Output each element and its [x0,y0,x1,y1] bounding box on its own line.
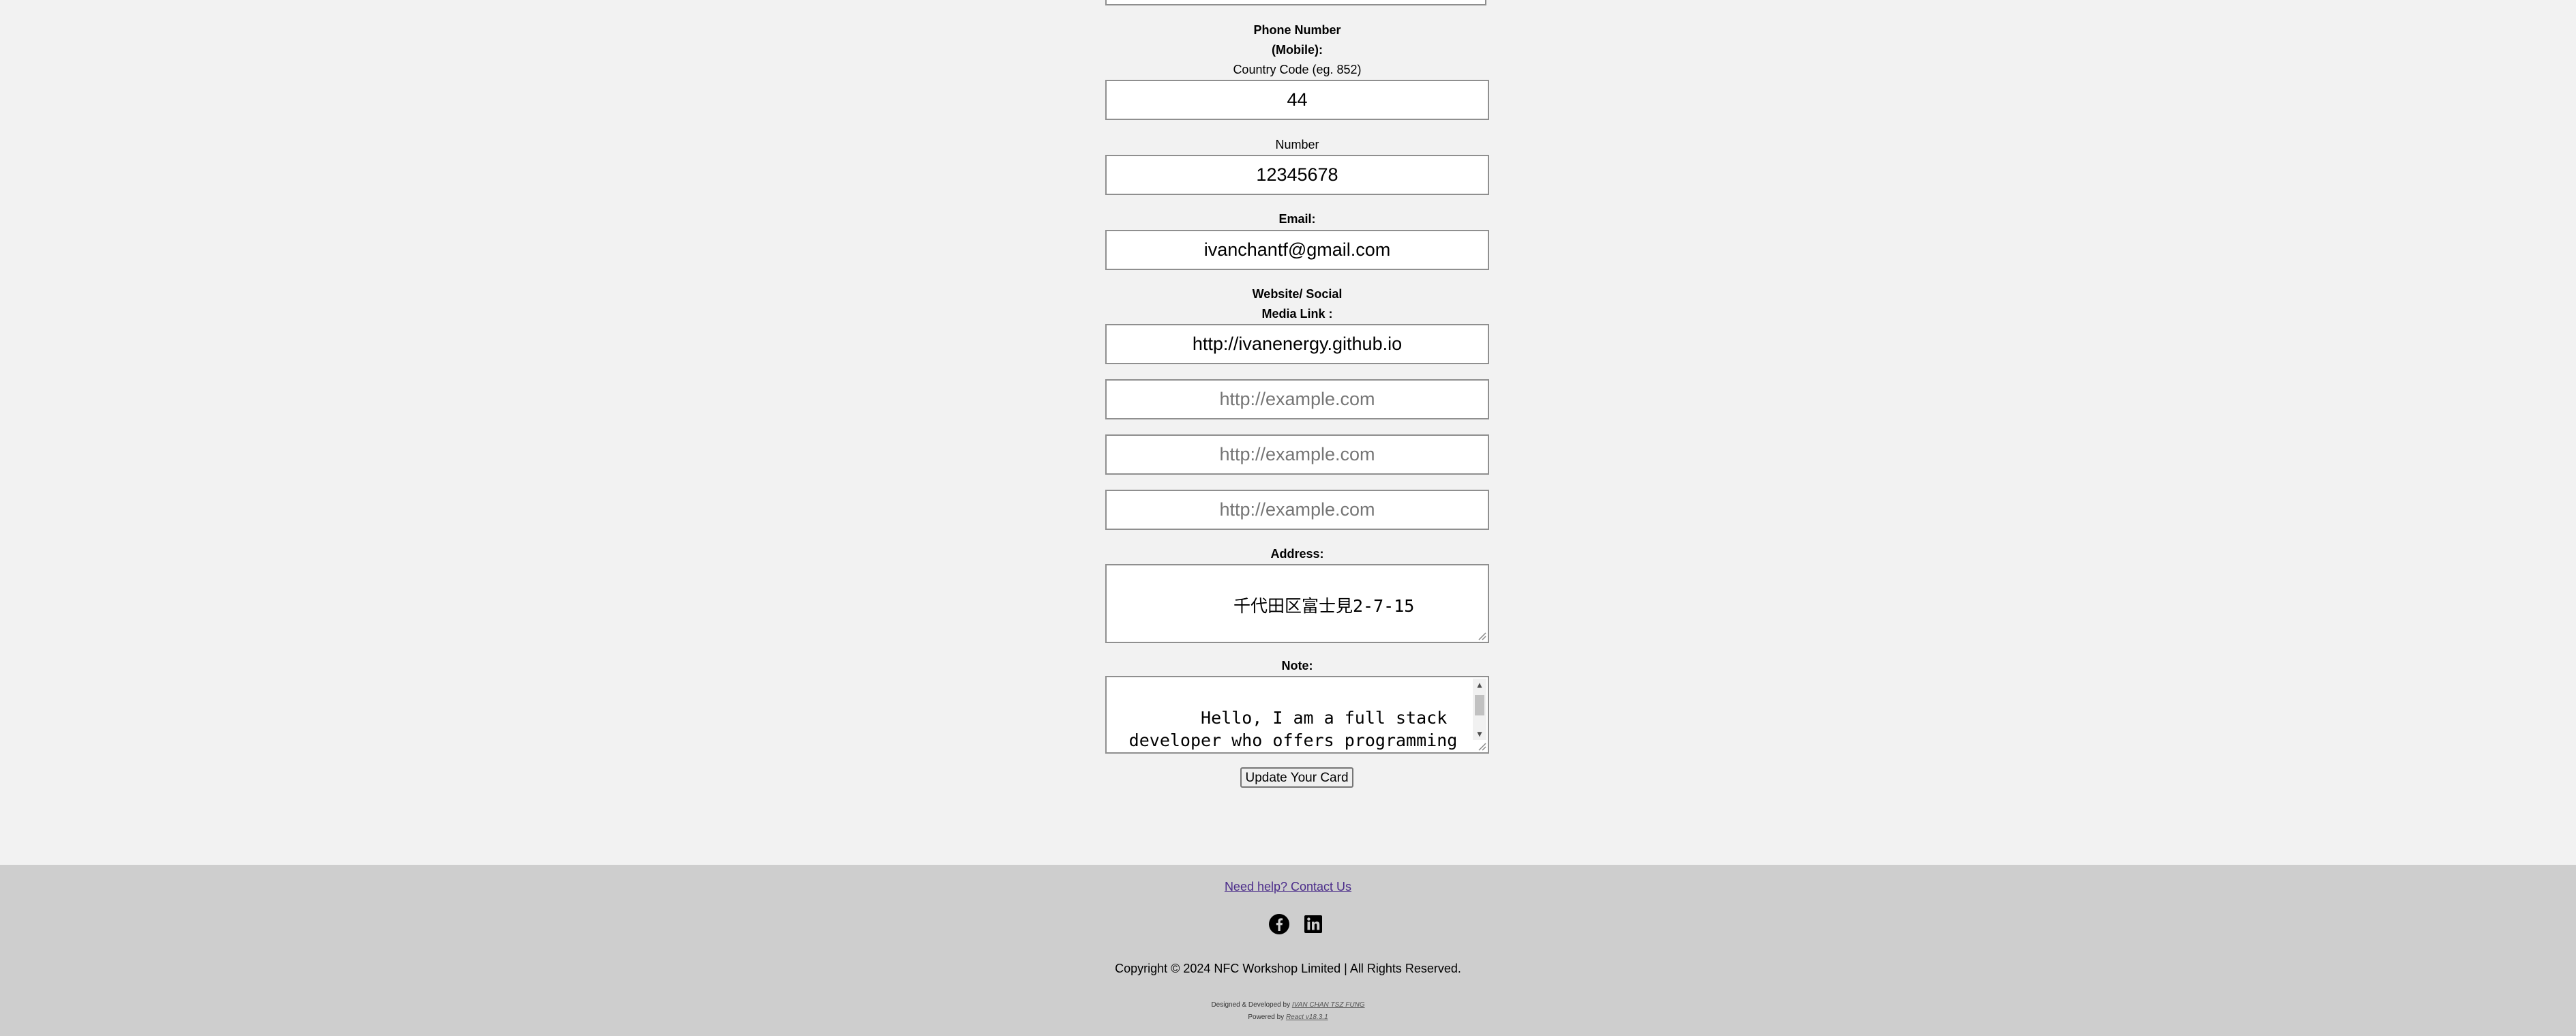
number-label: Number [1275,138,1319,151]
website-link-input-2[interactable] [1105,379,1489,419]
help-link-container: Need help? Contact Us [0,878,2576,896]
contact-us-link[interactable]: Need help? Contact Us [1225,880,1351,893]
copyright-text: Copyright © 2024 NFC Workshop Limited | … [1115,962,1461,975]
address-label: Address: [1270,547,1324,561]
powered-prefix: Powered by [1248,1013,1285,1021]
website-link-input-3[interactable] [1105,434,1489,475]
note-text: Hello, I am a full stack developer who o… [1128,708,1458,750]
phone-label-line1: Phone Number [1253,23,1341,37]
designed-prefix: Designed & Developed by [1211,1001,1291,1009]
phone-number-input[interactable] [1105,155,1489,195]
website-link-input-1[interactable] [1105,324,1489,364]
facebook-icon[interactable] [1268,913,1290,935]
note-scrollbar[interactable]: ▲ ▼ [1473,679,1486,740]
country-code-input[interactable] [1105,80,1489,120]
email-input[interactable] [1105,230,1489,270]
scroll-down-arrow-icon[interactable]: ▼ [1473,728,1486,740]
resize-grip-icon[interactable] [1477,631,1486,640]
designer-credit: Designed & Developed by IVAN CHAN TSZ FU… [0,1000,2576,1011]
address-textarea[interactable]: 千代田区富士見2-7-15 [1105,564,1489,643]
website-label-line1: Website/ Social [1252,287,1343,301]
designer-link[interactable]: IVAN CHAN TSZ FUNG [1292,1001,1365,1009]
email-label: Email: [1278,212,1316,226]
footer: Need help? Contact Us Copyright © 2024 N… [0,865,2576,1036]
address-text: 千代田区富士見2-7-15 [1233,596,1415,616]
country-code-label: Country Code (eg. 852) [1233,63,1362,76]
linkedin-icon[interactable] [1302,913,1324,935]
previous-input-field[interactable] [1105,0,1486,5]
note-textarea[interactable]: Hello, I am a full stack developer who o… [1105,676,1489,754]
scroll-thumb[interactable] [1475,695,1484,715]
react-link[interactable]: React v18.3.1 [1286,1013,1328,1021]
website-label-line2: Media Link : [1261,307,1333,321]
website-link-input-4[interactable] [1105,490,1489,530]
note-label: Note: [1281,659,1313,672]
update-card-button[interactable]: Update Your Card [1240,767,1353,788]
phone-label-line2: (Mobile): [1272,43,1323,57]
powered-credit: Powered by React v18.3.1 [0,1012,2576,1023]
card-edit-form: Phone Number (Mobile): Country Code (eg.… [0,0,2576,865]
resize-grip-icon[interactable] [1477,741,1486,751]
scroll-up-arrow-icon[interactable]: ▲ [1473,679,1486,691]
